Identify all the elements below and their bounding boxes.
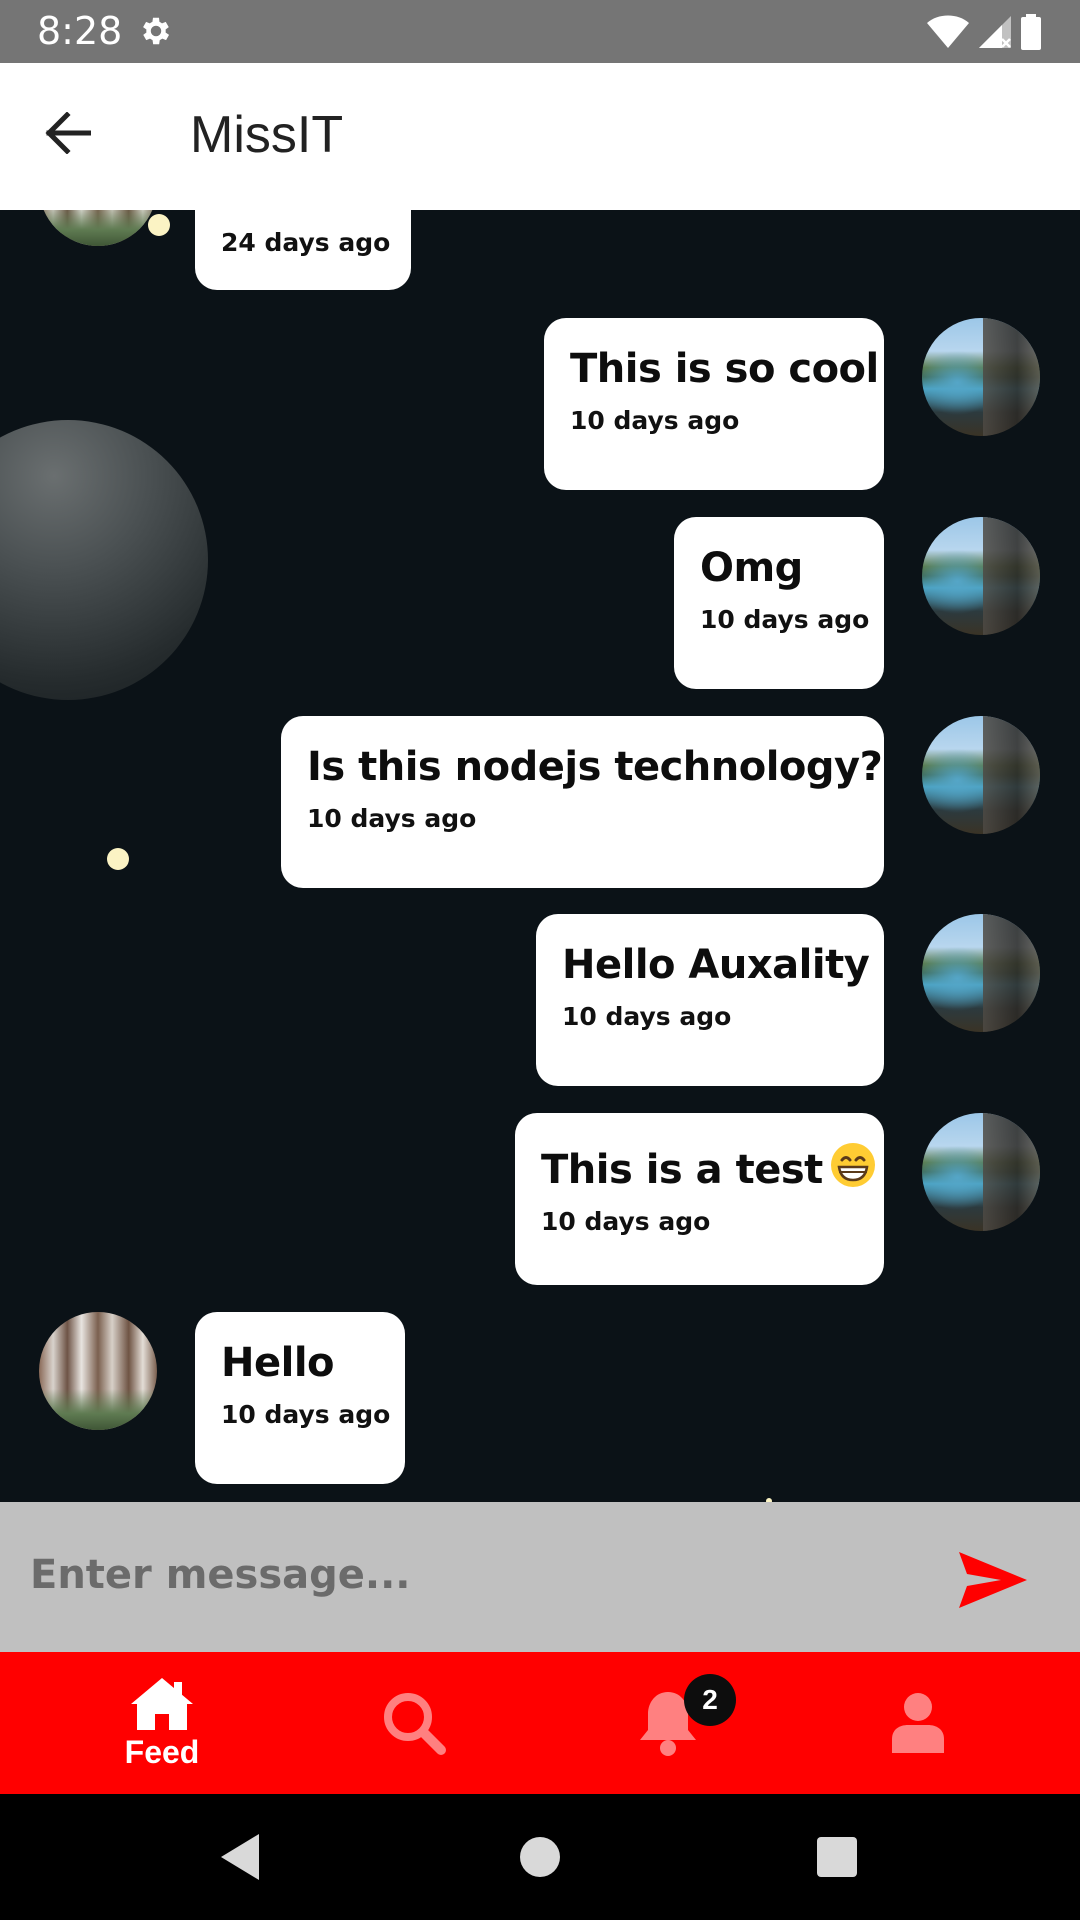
- background-star: [107, 848, 129, 870]
- status-icons: [926, 12, 1042, 52]
- my-avatar[interactable]: [922, 914, 1040, 1032]
- home-circle-icon: [520, 1837, 560, 1877]
- message-time: 24 days ago: [221, 228, 391, 257]
- status-bar: 8:28: [0, 0, 1080, 63]
- system-recents-button[interactable]: [807, 1827, 867, 1887]
- status-time: 8:28: [37, 9, 123, 53]
- chat-screen: 8:28 MissIT 24 days ago This is so cool …: [0, 0, 1080, 1920]
- message-text: Is this nodejs technology?: [307, 744, 883, 790]
- grinning-face-emoji-icon: [830, 1143, 875, 1187]
- home-icon: [131, 1678, 193, 1730]
- nav-label-feed: Feed: [124, 1734, 200, 1770]
- message-bubble: Omg 10 days ago: [674, 517, 884, 689]
- cell-signal-icon: [979, 16, 1011, 48]
- nav-item-profile[interactable]: [818, 1652, 1018, 1794]
- bottom-navigation: Feed 2: [0, 1652, 1080, 1794]
- message-text: Omg: [700, 545, 803, 591]
- nav-item-notifications[interactable]: 2: [568, 1652, 768, 1794]
- notification-badge: 2: [684, 1674, 736, 1726]
- system-back-button[interactable]: [210, 1827, 270, 1887]
- nav-item-search[interactable]: [314, 1652, 514, 1794]
- message-text: Hello Auxality: [562, 942, 870, 988]
- message-bubble: Is this nodejs technology? 10 days ago: [281, 716, 884, 888]
- page-title: MissIT: [190, 106, 344, 164]
- message-bubble: This is a test 10 days ago: [515, 1113, 884, 1285]
- settings-gear-icon: [143, 17, 170, 45]
- wifi-icon: [927, 15, 969, 48]
- send-button[interactable]: [955, 1542, 1031, 1618]
- user-icon: [892, 1693, 944, 1753]
- message-text-row: This is a test: [541, 1141, 875, 1193]
- sender-avatar[interactable]: [39, 1312, 157, 1430]
- back-button[interactable]: [36, 101, 100, 165]
- message-composer: [0, 1502, 1080, 1652]
- message-text: This is a test: [541, 1147, 823, 1193]
- message-bubble: Hello Auxality 10 days ago: [536, 914, 884, 1086]
- message-time: 10 days ago: [562, 1002, 732, 1031]
- my-avatar[interactable]: [922, 318, 1040, 436]
- chat-messages-list[interactable]: 24 days ago This is so cool 10 days ago …: [0, 210, 1080, 1502]
- arrow-left-icon: [45, 112, 91, 154]
- message-text: This is so cool: [570, 346, 879, 392]
- system-navigation-bar: [0, 1794, 1080, 1920]
- recents-square-icon: [817, 1837, 857, 1877]
- nav-item-feed[interactable]: Feed: [62, 1652, 262, 1794]
- app-bar: MissIT: [0, 63, 1080, 210]
- battery-icon: [1021, 14, 1041, 50]
- message-time: 10 days ago: [570, 406, 740, 435]
- message-bubble: This is so cool 10 days ago: [544, 318, 884, 490]
- message-bubble: 24 days ago: [195, 210, 411, 290]
- send-icon: [959, 1552, 1027, 1608]
- my-avatar[interactable]: [922, 517, 1040, 635]
- background-planet: [0, 420, 208, 700]
- message-time: 10 days ago: [700, 605, 870, 634]
- search-icon: [384, 1693, 446, 1755]
- back-triangle-icon: [221, 1834, 259, 1880]
- system-home-button[interactable]: [510, 1827, 570, 1887]
- message-time: 10 days ago: [221, 1400, 391, 1429]
- message-bubble: Hello 10 days ago: [195, 1312, 405, 1484]
- my-avatar[interactable]: [922, 1113, 1040, 1231]
- my-avatar[interactable]: [922, 716, 1040, 834]
- message-input[interactable]: [30, 1540, 910, 1610]
- message-time: 10 days ago: [307, 804, 477, 833]
- message-time: 10 days ago: [541, 1207, 711, 1236]
- sender-avatar[interactable]: [39, 210, 157, 246]
- message-text: Hello: [221, 1340, 335, 1386]
